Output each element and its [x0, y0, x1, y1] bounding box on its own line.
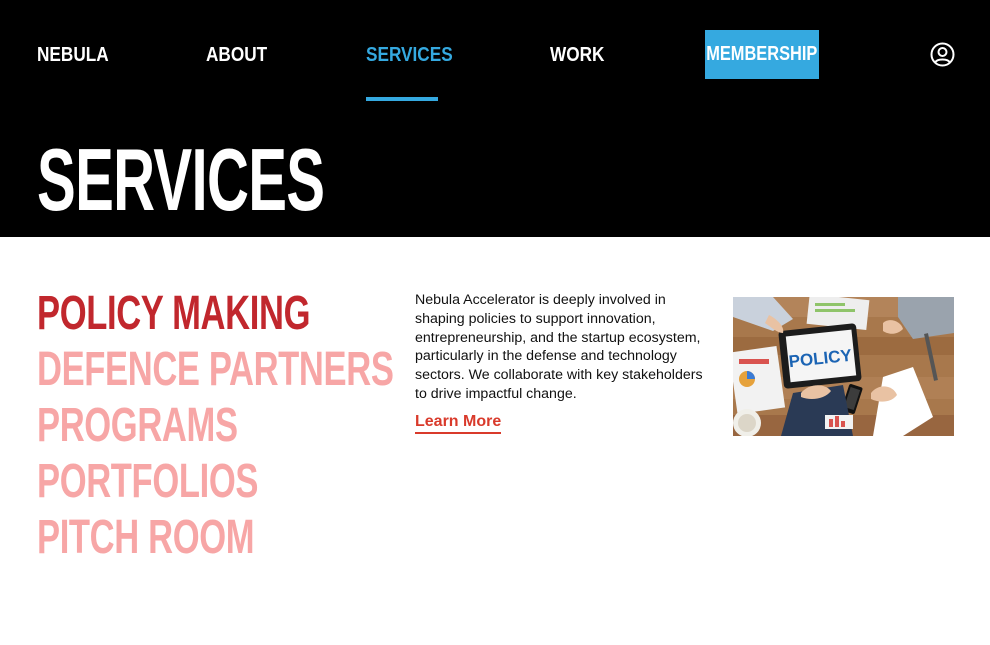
policy-meeting-image: POLICY [733, 297, 954, 436]
page-title: SERVICES [37, 130, 325, 229]
membership-button-label: MEMBERSHIP [706, 43, 818, 65]
membership-button[interactable]: MEMBERSHIP [705, 30, 819, 79]
nav-brand-logo[interactable]: NEBULA [37, 42, 109, 68]
learn-more-link[interactable]: Learn More [415, 412, 502, 434]
nav-link-services[interactable]: SERVICES [366, 42, 453, 68]
site-header: NEBULA ABOUT SERVICES WORK MEMBERSHIP SE… [0, 0, 990, 237]
user-circle-icon[interactable] [930, 42, 955, 67]
service-description: Nebula Accelerator is deeply involved in… [415, 292, 703, 402]
service-item-pitch-room[interactable]: PITCH ROOM [37, 510, 394, 566]
nav-link-work[interactable]: WORK [550, 42, 604, 68]
service-item-programs[interactable]: PROGRAMS [37, 398, 394, 454]
nav-active-underline [366, 97, 438, 101]
service-item-portfolios[interactable]: PORTFOLIOS [37, 454, 394, 510]
service-item-defence-partners[interactable]: DEFENCE PARTNERS [37, 342, 394, 398]
service-item-policy-making[interactable]: POLICY MAKING [37, 286, 394, 342]
nav-link-about[interactable]: ABOUT [206, 42, 267, 68]
